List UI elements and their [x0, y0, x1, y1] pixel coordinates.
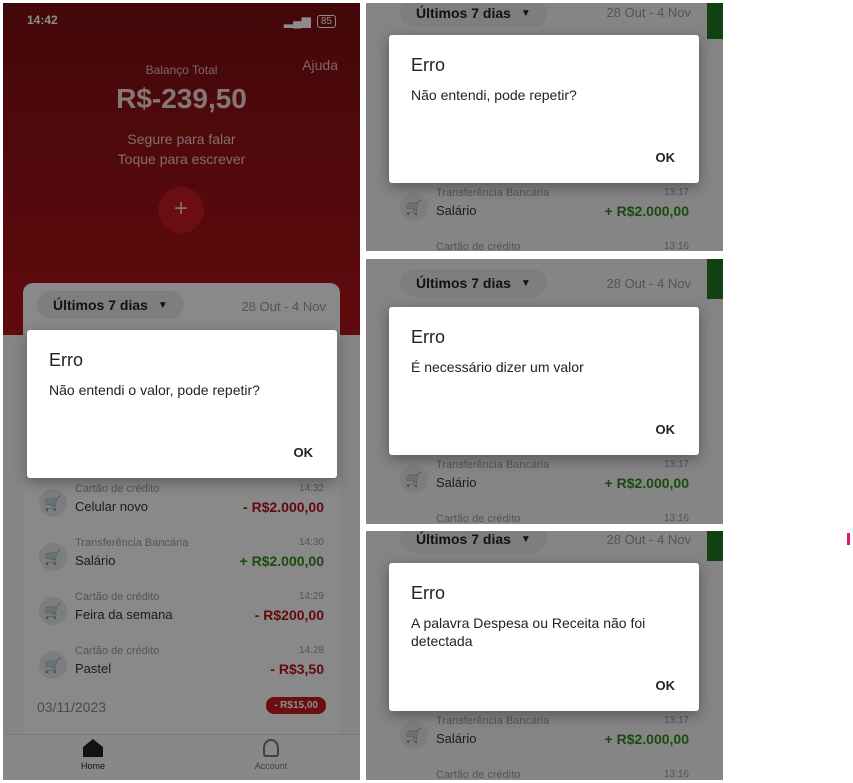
dialog-screen-2: Últimos 7 dias ▼ 28 Out - 4 Nov 🛒 Transf… — [366, 259, 723, 524]
dialog-screen-1: Últimos 7 dias ▼ 28 Out - 4 Nov 🛒 Transf… — [366, 3, 723, 251]
dialog-title: Erro — [411, 583, 446, 603]
ok-button[interactable]: OK — [656, 422, 676, 437]
dialog-title: Erro — [411, 55, 446, 75]
dialog-message: É necessário dizer um valor — [411, 359, 584, 375]
error-dialog: Erro A palavra Despesa ou Receita não fo… — [389, 563, 699, 711]
dialog-message: Não entendi o valor, pode repetir? — [49, 382, 260, 398]
ok-button[interactable]: OK — [656, 150, 676, 165]
edge-marker — [847, 533, 850, 545]
ok-button[interactable]: OK — [294, 445, 314, 460]
error-dialog: Erro É necessário dizer um valor OK — [389, 307, 699, 455]
dialog-title: Erro — [49, 350, 84, 370]
dialog-message: A palavra Despesa ou Receita não foi det… — [411, 615, 646, 649]
error-dialog: Erro Não entendi o valor, pode repetir? … — [27, 330, 337, 478]
error-dialog: Erro Não entendi, pode repetir? OK — [389, 35, 699, 183]
dialog-screen-3: Últimos 7 dias ▼ 28 Out - 4 Nov 🛒 Transf… — [366, 531, 723, 780]
main-screen: 14:42 ▂▄▆ 85 Ajuda Balanço Total R$-239,… — [3, 3, 360, 780]
dialog-title: Erro — [411, 327, 446, 347]
dialog-message: Não entendi, pode repetir? — [411, 87, 577, 103]
ok-button[interactable]: OK — [656, 678, 676, 693]
